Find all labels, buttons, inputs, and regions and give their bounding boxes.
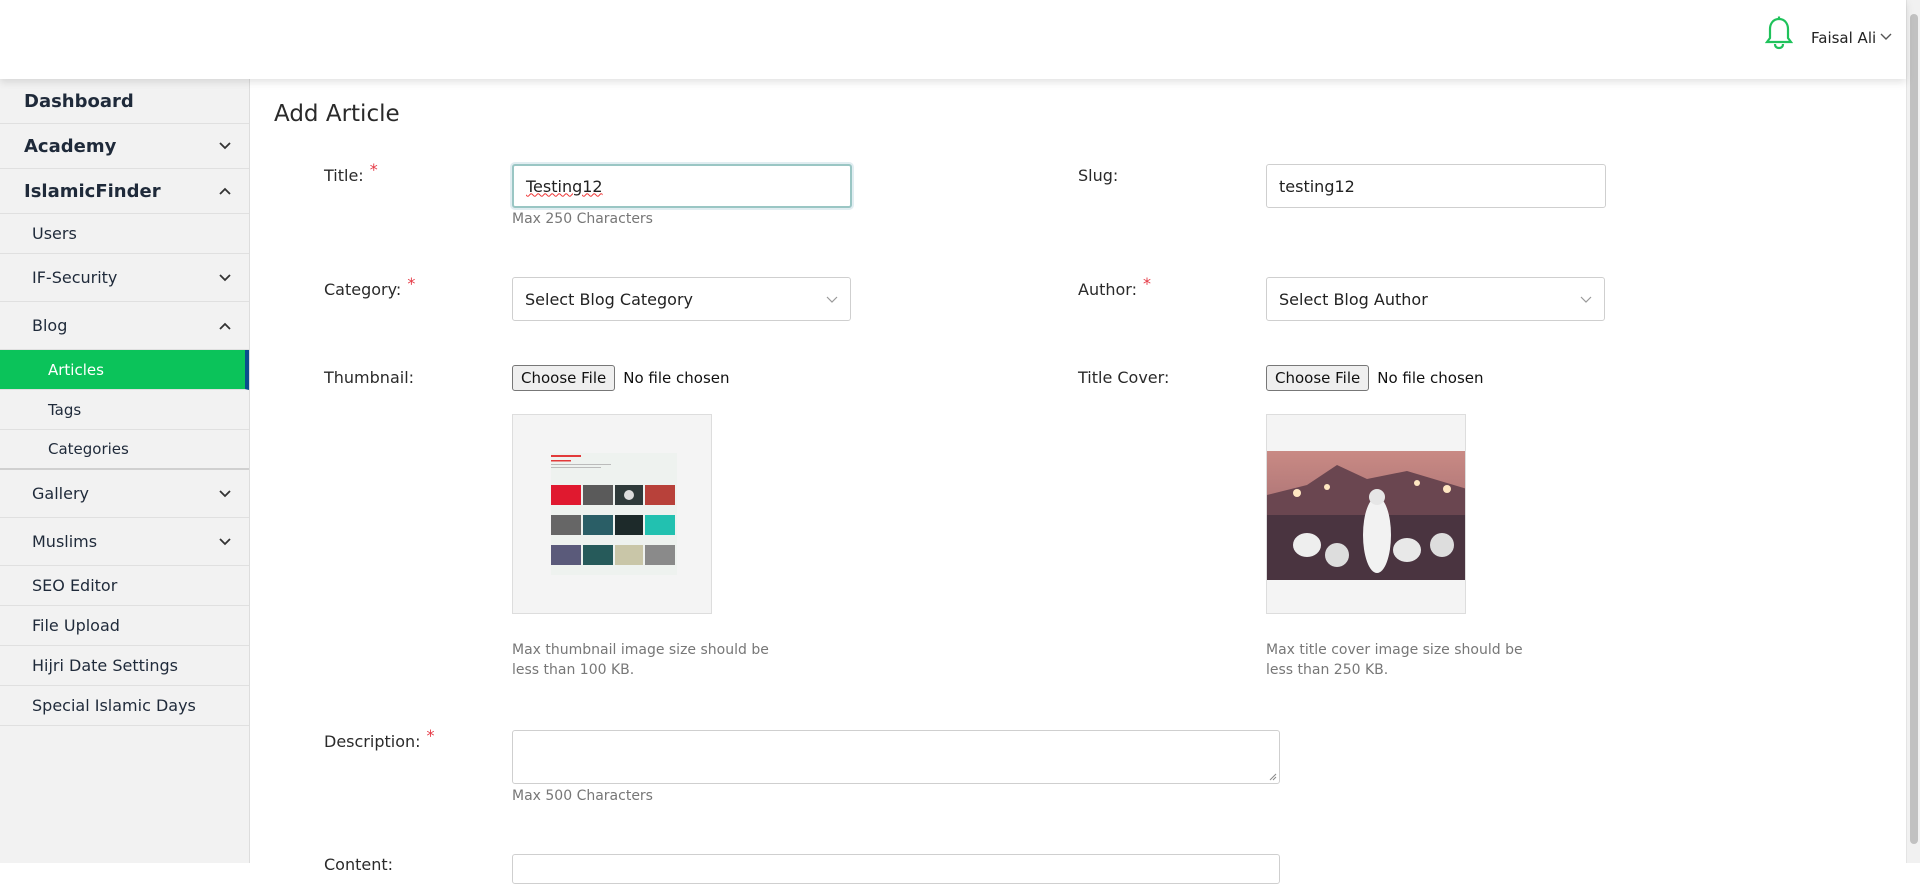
chevron-down-icon — [219, 273, 231, 281]
content-editor[interactable] — [512, 854, 1280, 884]
title-cover-image — [1267, 415, 1465, 613]
sidebar-item-label: File Upload — [32, 616, 120, 635]
author-label: Author: * — [1078, 274, 1151, 299]
title-cover-hint: Max title cover image size should be les… — [1266, 642, 1523, 678]
required-mark: * — [369, 160, 378, 179]
thumbnail-preview — [512, 414, 712, 614]
sidebar-item-islamicfinder[interactable]: IslamicFinder — [0, 169, 249, 214]
sidebar-item-muslims[interactable]: Muslims — [0, 518, 249, 566]
sidebar-item-label: Categories — [48, 440, 129, 458]
sidebar-item-label: IF-Security — [32, 268, 118, 287]
main-content: Add Article Title: * Testing12 Max 250 Ch… — [251, 79, 1906, 884]
description-label: Description: * — [324, 726, 435, 751]
thumbnail-label: Thumbnail: — [324, 368, 415, 387]
user-name[interactable]: Faisal Ali — [1811, 29, 1876, 47]
file-status: No file chosen — [623, 369, 730, 387]
sidebar-item-blog[interactable]: Blog — [0, 302, 249, 350]
choose-file-button[interactable]: Choose File — [1266, 365, 1370, 391]
thumbnail-hint: Max thumbnail image size should be less … — [512, 642, 769, 678]
title-cover-label: Title Cover: — [1078, 368, 1170, 387]
required-mark: * — [407, 274, 416, 293]
bell-icon[interactable] — [1765, 16, 1793, 50]
sidebar-item-label: Special Islamic Days — [32, 696, 196, 715]
title-hint: Max 250 Characters — [512, 211, 653, 227]
file-status: No file chosen — [1377, 369, 1484, 387]
sidebar-item-academy[interactable]: Academy — [0, 124, 249, 169]
sidebar-item-label: Articles — [48, 360, 104, 379]
sidebar-item-gallery[interactable]: Gallery — [0, 470, 249, 518]
sidebar-item-dashboard[interactable]: Dashboard — [0, 79, 249, 124]
chevron-up-icon — [219, 187, 231, 195]
sidebar-item-articles[interactable]: Articles — [0, 350, 249, 390]
sidebar-item-seo-editor[interactable]: SEO Editor — [0, 566, 249, 606]
title-cover-preview — [1266, 414, 1466, 614]
slug-label: Slug: — [1078, 166, 1119, 185]
sidebar-item-tags[interactable]: Tags — [0, 390, 249, 430]
title-cover-file-input[interactable]: Choose File No file chosen — [1266, 365, 1484, 391]
chevron-down-icon — [826, 296, 838, 303]
chevron-down-icon — [219, 142, 231, 150]
description-textarea[interactable] — [512, 730, 1280, 784]
chevron-down-icon — [219, 489, 231, 497]
sidebar-item-if-security[interactable]: IF-Security — [0, 254, 249, 302]
sidebar-item-label: Dashboard — [24, 90, 134, 112]
sidebar-item-users[interactable]: Users — [0, 214, 249, 254]
page-title: Add Article — [274, 101, 400, 127]
sidebar-item-categories[interactable]: Categories — [0, 430, 249, 470]
description-hint: Max 500 Characters — [512, 788, 653, 804]
category-select[interactable]: Select Blog Category — [512, 277, 851, 321]
content-label: Content: — [324, 855, 394, 874]
sidebar-item-label: Blog — [32, 316, 68, 335]
sidebar-item-special-islamic-days[interactable]: Special Islamic Days — [0, 686, 249, 726]
chevron-down-icon — [1580, 296, 1592, 303]
required-mark: * — [426, 726, 435, 745]
title-label: Title: * — [324, 160, 378, 185]
sidebar-item-hijri-date-settings[interactable]: Hijri Date Settings — [0, 646, 249, 686]
top-header: Faisal Ali — [0, 0, 1906, 79]
slug-input[interactable]: testing12 — [1266, 164, 1606, 208]
sidebar: Dashboard Academy IslamicFinder Users IF… — [0, 79, 250, 863]
chevron-down-icon — [219, 537, 231, 545]
chevron-up-icon — [219, 322, 231, 330]
author-select[interactable]: Select Blog Author — [1266, 277, 1605, 321]
sidebar-item-label: Users — [32, 224, 77, 243]
choose-file-button[interactable]: Choose File — [512, 365, 616, 391]
required-mark: * — [1142, 274, 1151, 293]
thumbnail-image — [513, 415, 711, 613]
thumbnail-file-input[interactable]: Choose File No file chosen — [512, 365, 730, 391]
resize-handle-icon[interactable] — [1269, 773, 1277, 781]
sidebar-item-label: Tags — [48, 400, 82, 419]
sidebar-item-label: IslamicFinder — [24, 180, 161, 202]
page-scrollbar[interactable] — [1906, 0, 1920, 863]
title-input[interactable]: Testing12 — [512, 164, 852, 208]
sidebar-item-file-upload[interactable]: File Upload — [0, 606, 249, 646]
chevron-down-icon[interactable] — [1880, 33, 1892, 41]
scrollbar-thumb[interactable] — [1910, 14, 1918, 844]
sidebar-item-label: Academy — [24, 135, 117, 157]
category-label: Category: * — [324, 274, 416, 299]
sidebar-item-label: Gallery — [32, 484, 89, 503]
sidebar-item-label: Hijri Date Settings — [32, 656, 178, 675]
sidebar-item-label: Muslims — [32, 532, 98, 551]
sidebar-item-label: SEO Editor — [32, 576, 118, 595]
